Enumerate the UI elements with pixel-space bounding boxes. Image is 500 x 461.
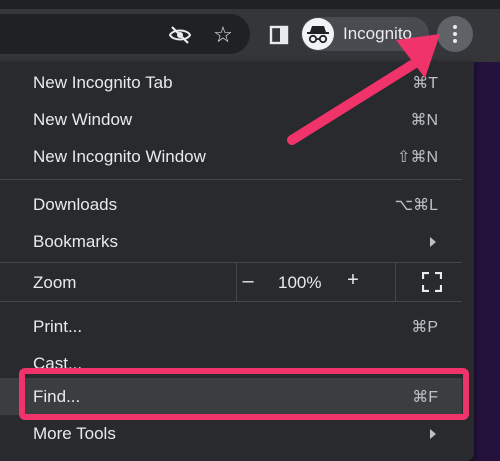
arrow-shaft: [287, 55, 425, 145]
pointer-arrow-annotation: [287, 34, 440, 145]
